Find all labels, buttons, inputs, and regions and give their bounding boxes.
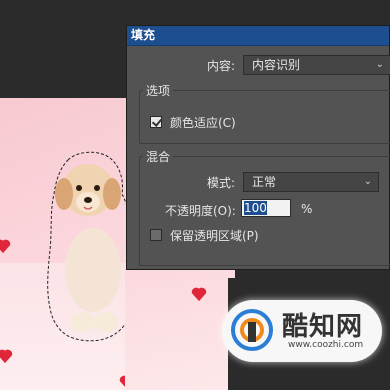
content-label: 内容: [207, 59, 236, 73]
mode-label: 模式: [207, 176, 236, 190]
mode-select-value: 正常 [252, 175, 277, 189]
watermark-brand: 酷知网 [282, 312, 364, 342]
preserve-transparency-checkbox[interactable] [150, 229, 162, 241]
heart-decoration [190, 286, 208, 302]
watermark: 酷知网 www.coozhi.com [222, 300, 382, 362]
opacity-input[interactable]: 100 [241, 199, 291, 217]
opacity-label: 不透明度(O): [165, 204, 236, 218]
content-select-value: 内容识别 [252, 58, 301, 72]
opacity-unit: % [301, 202, 313, 216]
puppy-image [47, 151, 137, 342]
color-adapt-label: 颜色适应(C) [170, 116, 236, 130]
dialog-title[interactable]: 填充 [127, 26, 389, 46]
content-select[interactable]: 内容识别 ⌄ [243, 55, 390, 75]
options-group-title: 选项 [143, 82, 174, 99]
chevron-down-icon: ⌄ [363, 176, 372, 187]
preserve-transparency-label: 保留透明区域(P) [170, 229, 259, 243]
watermark-logo-icon [231, 309, 273, 351]
heart-decoration [0, 238, 12, 254]
color-adapt-checkbox[interactable] [150, 116, 162, 128]
opacity-value: 100 [244, 201, 267, 215]
mode-select[interactable]: 正常 ⌄ [243, 172, 379, 192]
fill-dialog: 填充 内容: 内容识别 ⌄ 选项 颜色适应(C) 混合 模式: 正常 ⌄ 不透明… [126, 25, 390, 270]
canvas-lower-area [125, 270, 235, 390]
chevron-down-icon: ⌄ [375, 59, 384, 70]
heart-decoration [0, 348, 14, 364]
watermark-url: www.coozhi.com [288, 340, 364, 350]
blend-group-title: 混合 [143, 148, 174, 165]
